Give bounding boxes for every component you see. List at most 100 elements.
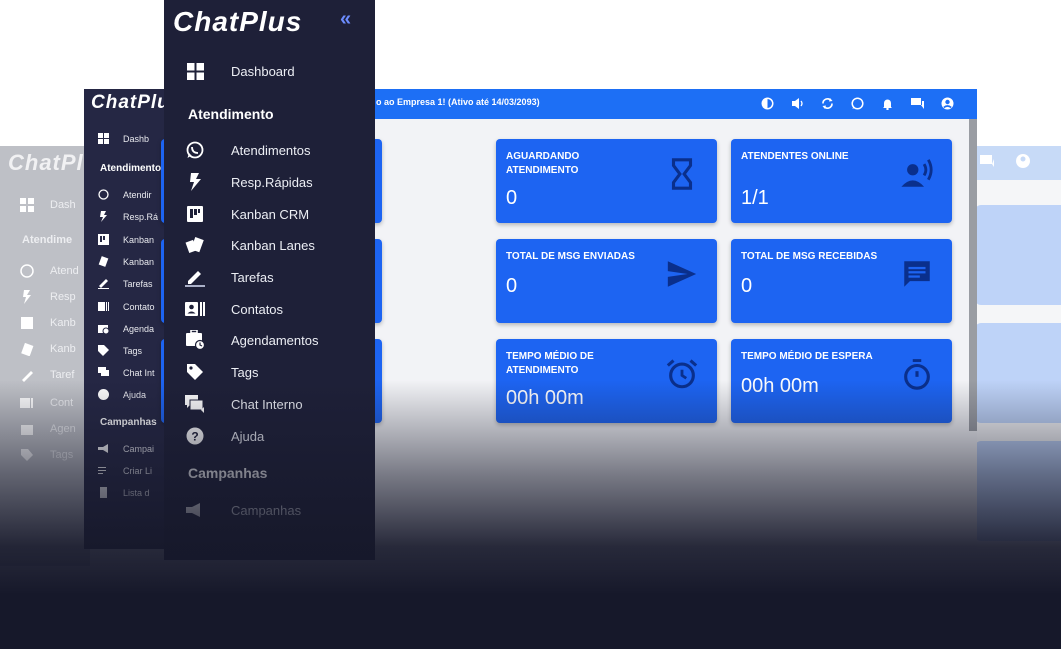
sidebar-item-agendamentos[interactable]: Agendamentos	[185, 329, 318, 351]
mid-item[interactable]: Tags	[98, 345, 142, 356]
schedule-icon	[20, 422, 34, 436]
back-item: Kanb	[20, 342, 76, 357]
logo: ChatPlus	[173, 6, 303, 37]
sidebar-item-label: Contatos	[231, 301, 284, 317]
back-item-label: Kanb	[50, 317, 76, 329]
tag-icon	[98, 345, 109, 356]
sidebar-item-chat-interno[interactable]: Chat Interno	[185, 393, 303, 415]
topbar-icons	[761, 97, 954, 110]
back-item: Atend	[20, 264, 79, 278]
sidebar-item-tarefas[interactable]: Tarefas	[185, 266, 274, 288]
sidebar-item-label: Dashboard	[231, 63, 295, 79]
sidebar-item-kanban-crm[interactable]: Kanban CRM	[185, 203, 309, 225]
card-total-msg-recebidas: Total de MSG Recebidas 0	[731, 239, 952, 323]
back-item: Agen	[20, 422, 76, 436]
mid-item-label: Lista d	[123, 487, 150, 498]
card-aguardando-atendimento: Aguardando Atendimento 0	[496, 139, 717, 223]
mid-item[interactable]: Atendir	[98, 189, 152, 200]
scrollbar[interactable]	[969, 119, 977, 431]
mid-item[interactable]: Chat Int	[98, 367, 155, 378]
back-item: Resp	[20, 290, 76, 304]
help-icon	[98, 389, 109, 400]
sidebar-item-dashboard[interactable]: Dashboard	[185, 60, 295, 82]
sidebar-item-ajuda[interactable]: ? Ajuda	[185, 425, 264, 447]
card-value: 00h 00m	[741, 375, 819, 397]
bolt-icon	[185, 172, 205, 192]
back-item: Cont	[20, 396, 73, 410]
card-tempo-medio-atendimento: Tempo Médio de Atendimento 00h 00m	[496, 339, 717, 423]
whatsapp-icon[interactable]	[851, 97, 864, 110]
back-item: Taref	[20, 368, 74, 382]
schedule-icon	[98, 323, 109, 334]
sidebar-item-label: Tags	[231, 364, 259, 380]
back-item-label: Agen	[50, 423, 76, 435]
sidebar-item-label: Resp.Rápidas	[231, 174, 313, 190]
account-icon[interactable]	[941, 97, 954, 110]
back-item: Tags	[20, 448, 73, 462]
mid-item-label: Dashb	[123, 133, 150, 144]
mid-item-label: Tarefas	[123, 278, 153, 289]
back-item-label: Kanb	[50, 343, 76, 355]
back-item-label: Dash	[50, 199, 76, 211]
alarm-icon	[666, 359, 698, 389]
sidebar-item-kanban-lanes[interactable]: Kanban Lanes	[185, 234, 315, 256]
bolt-icon	[98, 211, 109, 222]
schedule-icon	[185, 330, 205, 350]
mid-item[interactable]: Contato	[98, 301, 155, 312]
dashboard-icon	[185, 61, 205, 81]
sidebar-item-label: Ajuda	[231, 428, 265, 444]
contacts-icon	[98, 301, 109, 312]
mid-item[interactable]: Campai	[98, 443, 154, 454]
brightness-icon[interactable]	[761, 97, 774, 110]
back-card	[975, 205, 1061, 305]
back-item: Kanb	[20, 316, 76, 330]
mid-item[interactable]: Lista d	[98, 487, 150, 498]
mid-item-label: Ajuda	[123, 389, 147, 400]
card-value: 1/1	[741, 187, 769, 209]
card-value: 0	[741, 275, 753, 297]
chat-icon	[185, 394, 205, 414]
card-tempo-medio-espera: Tempo Médio de Espera 00h 00m	[731, 339, 952, 423]
card-title: Tempo Médio de Atendimento	[506, 351, 594, 376]
mid-item[interactable]: Agenda	[98, 323, 154, 334]
sidebar-item-campanhas[interactable]: Campanhas	[185, 499, 301, 521]
card-value: 0	[506, 275, 518, 297]
mid-item[interactable]: Criar Li	[98, 465, 152, 476]
mid-item[interactable]: Ajuda	[98, 389, 146, 400]
collapse-sidebar-button[interactable]: «	[340, 8, 351, 31]
pencil-icon	[98, 278, 109, 289]
mid-item[interactable]: Resp.Rá	[98, 211, 158, 222]
sidebar-item-contatos[interactable]: Contatos	[185, 298, 283, 320]
mid-item-label: Atendir	[123, 189, 152, 200]
mid-item-label: Criar Li	[123, 465, 153, 476]
whatsapp-icon	[98, 189, 109, 200]
kanban-icon	[98, 234, 109, 245]
sidebar-item-resp-rapidas[interactable]: Resp.Rápidas	[185, 171, 313, 193]
tag-icon	[185, 362, 205, 382]
bolt-icon	[20, 290, 34, 304]
volume-icon[interactable]	[791, 97, 804, 110]
mid-item[interactable]: Kanban	[98, 234, 154, 245]
topbar-welcome-text: o ao Empresa 1! (Ativo até 14/03/2093)	[376, 97, 540, 107]
mid-item-label: Resp.Rá	[123, 211, 159, 222]
sidebar-item-atendimentos[interactable]: Atendimentos	[185, 139, 311, 161]
chat-icon[interactable]	[911, 97, 924, 110]
file-icon	[98, 487, 109, 498]
message-icon	[904, 261, 930, 287]
sidebar-item-tags[interactable]: Tags	[185, 361, 258, 383]
mid-item[interactable]: Kanban	[98, 256, 154, 267]
refresh-icon[interactable]	[821, 97, 834, 110]
mid-item[interactable]: Tarefas	[98, 278, 153, 289]
svg-text:?: ?	[191, 430, 198, 444]
timer-icon	[904, 359, 930, 390]
dashboard-icon	[20, 198, 34, 212]
back-item-label: Taref	[50, 369, 75, 381]
help-icon: ?	[185, 426, 205, 446]
pencil-icon	[20, 368, 34, 382]
mid-item[interactable]: Dashb	[98, 133, 149, 144]
kanban-icon	[20, 316, 34, 330]
back-section: Atendime	[22, 234, 73, 246]
card-title: Total de MSG Enviadas	[506, 251, 635, 262]
chat-icon	[979, 153, 995, 169]
bell-icon[interactable]	[881, 97, 894, 110]
